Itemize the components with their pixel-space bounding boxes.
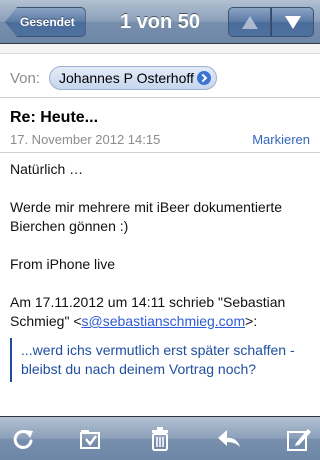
- message-position-title: 1 von 50: [119, 11, 201, 33]
- sender-name: Johannes P Osterhoff: [59, 70, 194, 86]
- quote-attribution: Am 17.11.2012 um 14:11 schrieb "Sebastia…: [10, 293, 312, 331]
- next-message-button[interactable]: [271, 7, 314, 37]
- from-label: Von:: [10, 70, 41, 87]
- message-subject: Re: Heute...: [10, 109, 99, 126]
- trash-icon: [152, 427, 168, 451]
- back-button[interactable]: Gesendet: [5, 7, 86, 37]
- disclosure-arrow-icon: [196, 71, 211, 85]
- move-button[interactable]: [76, 425, 104, 453]
- delete-button[interactable]: [146, 425, 174, 453]
- triangle-up-icon: [242, 16, 258, 29]
- body-signature: From iPhone live: [10, 256, 116, 272]
- previous-message-button[interactable]: [228, 7, 271, 37]
- reply-button[interactable]: [215, 425, 243, 453]
- move-to-folder-icon: [80, 430, 100, 449]
- quoted-message: ...werd ichs vermutlich erst später scha…: [10, 338, 312, 382]
- body-line: Werde mir mehrere mit iBeer dokumentiert…: [10, 199, 283, 234]
- sender-chip[interactable]: Johannes P Osterhoff: [49, 66, 217, 90]
- refresh-icon: [13, 429, 33, 449]
- from-row: Von: Johannes P Osterhoff: [0, 58, 320, 98]
- triangle-down-icon: [285, 16, 301, 29]
- subject-block: Re: Heute... 17. November 2012 14:15 Mar…: [0, 99, 320, 153]
- mark-button[interactable]: Markieren: [252, 132, 310, 147]
- quote-attribution-end: >:: [245, 313, 258, 329]
- compose-button[interactable]: [285, 425, 313, 453]
- reply-icon: [218, 430, 240, 447]
- message-body: Natürlich … Werde mir mehrere mit iBeer …: [10, 160, 312, 382]
- refresh-button[interactable]: [9, 425, 37, 453]
- compose-icon: [287, 429, 311, 451]
- header-scroll-peek: [0, 44, 320, 54]
- body-line: Natürlich …: [10, 161, 84, 177]
- email-link[interactable]: s@sebastianschmieg.com: [82, 313, 246, 329]
- message-date: 17. November 2012 14:15: [10, 132, 161, 147]
- navigation-bar: Gesendet 1 von 50: [0, 0, 320, 44]
- bottom-toolbar: [0, 416, 320, 460]
